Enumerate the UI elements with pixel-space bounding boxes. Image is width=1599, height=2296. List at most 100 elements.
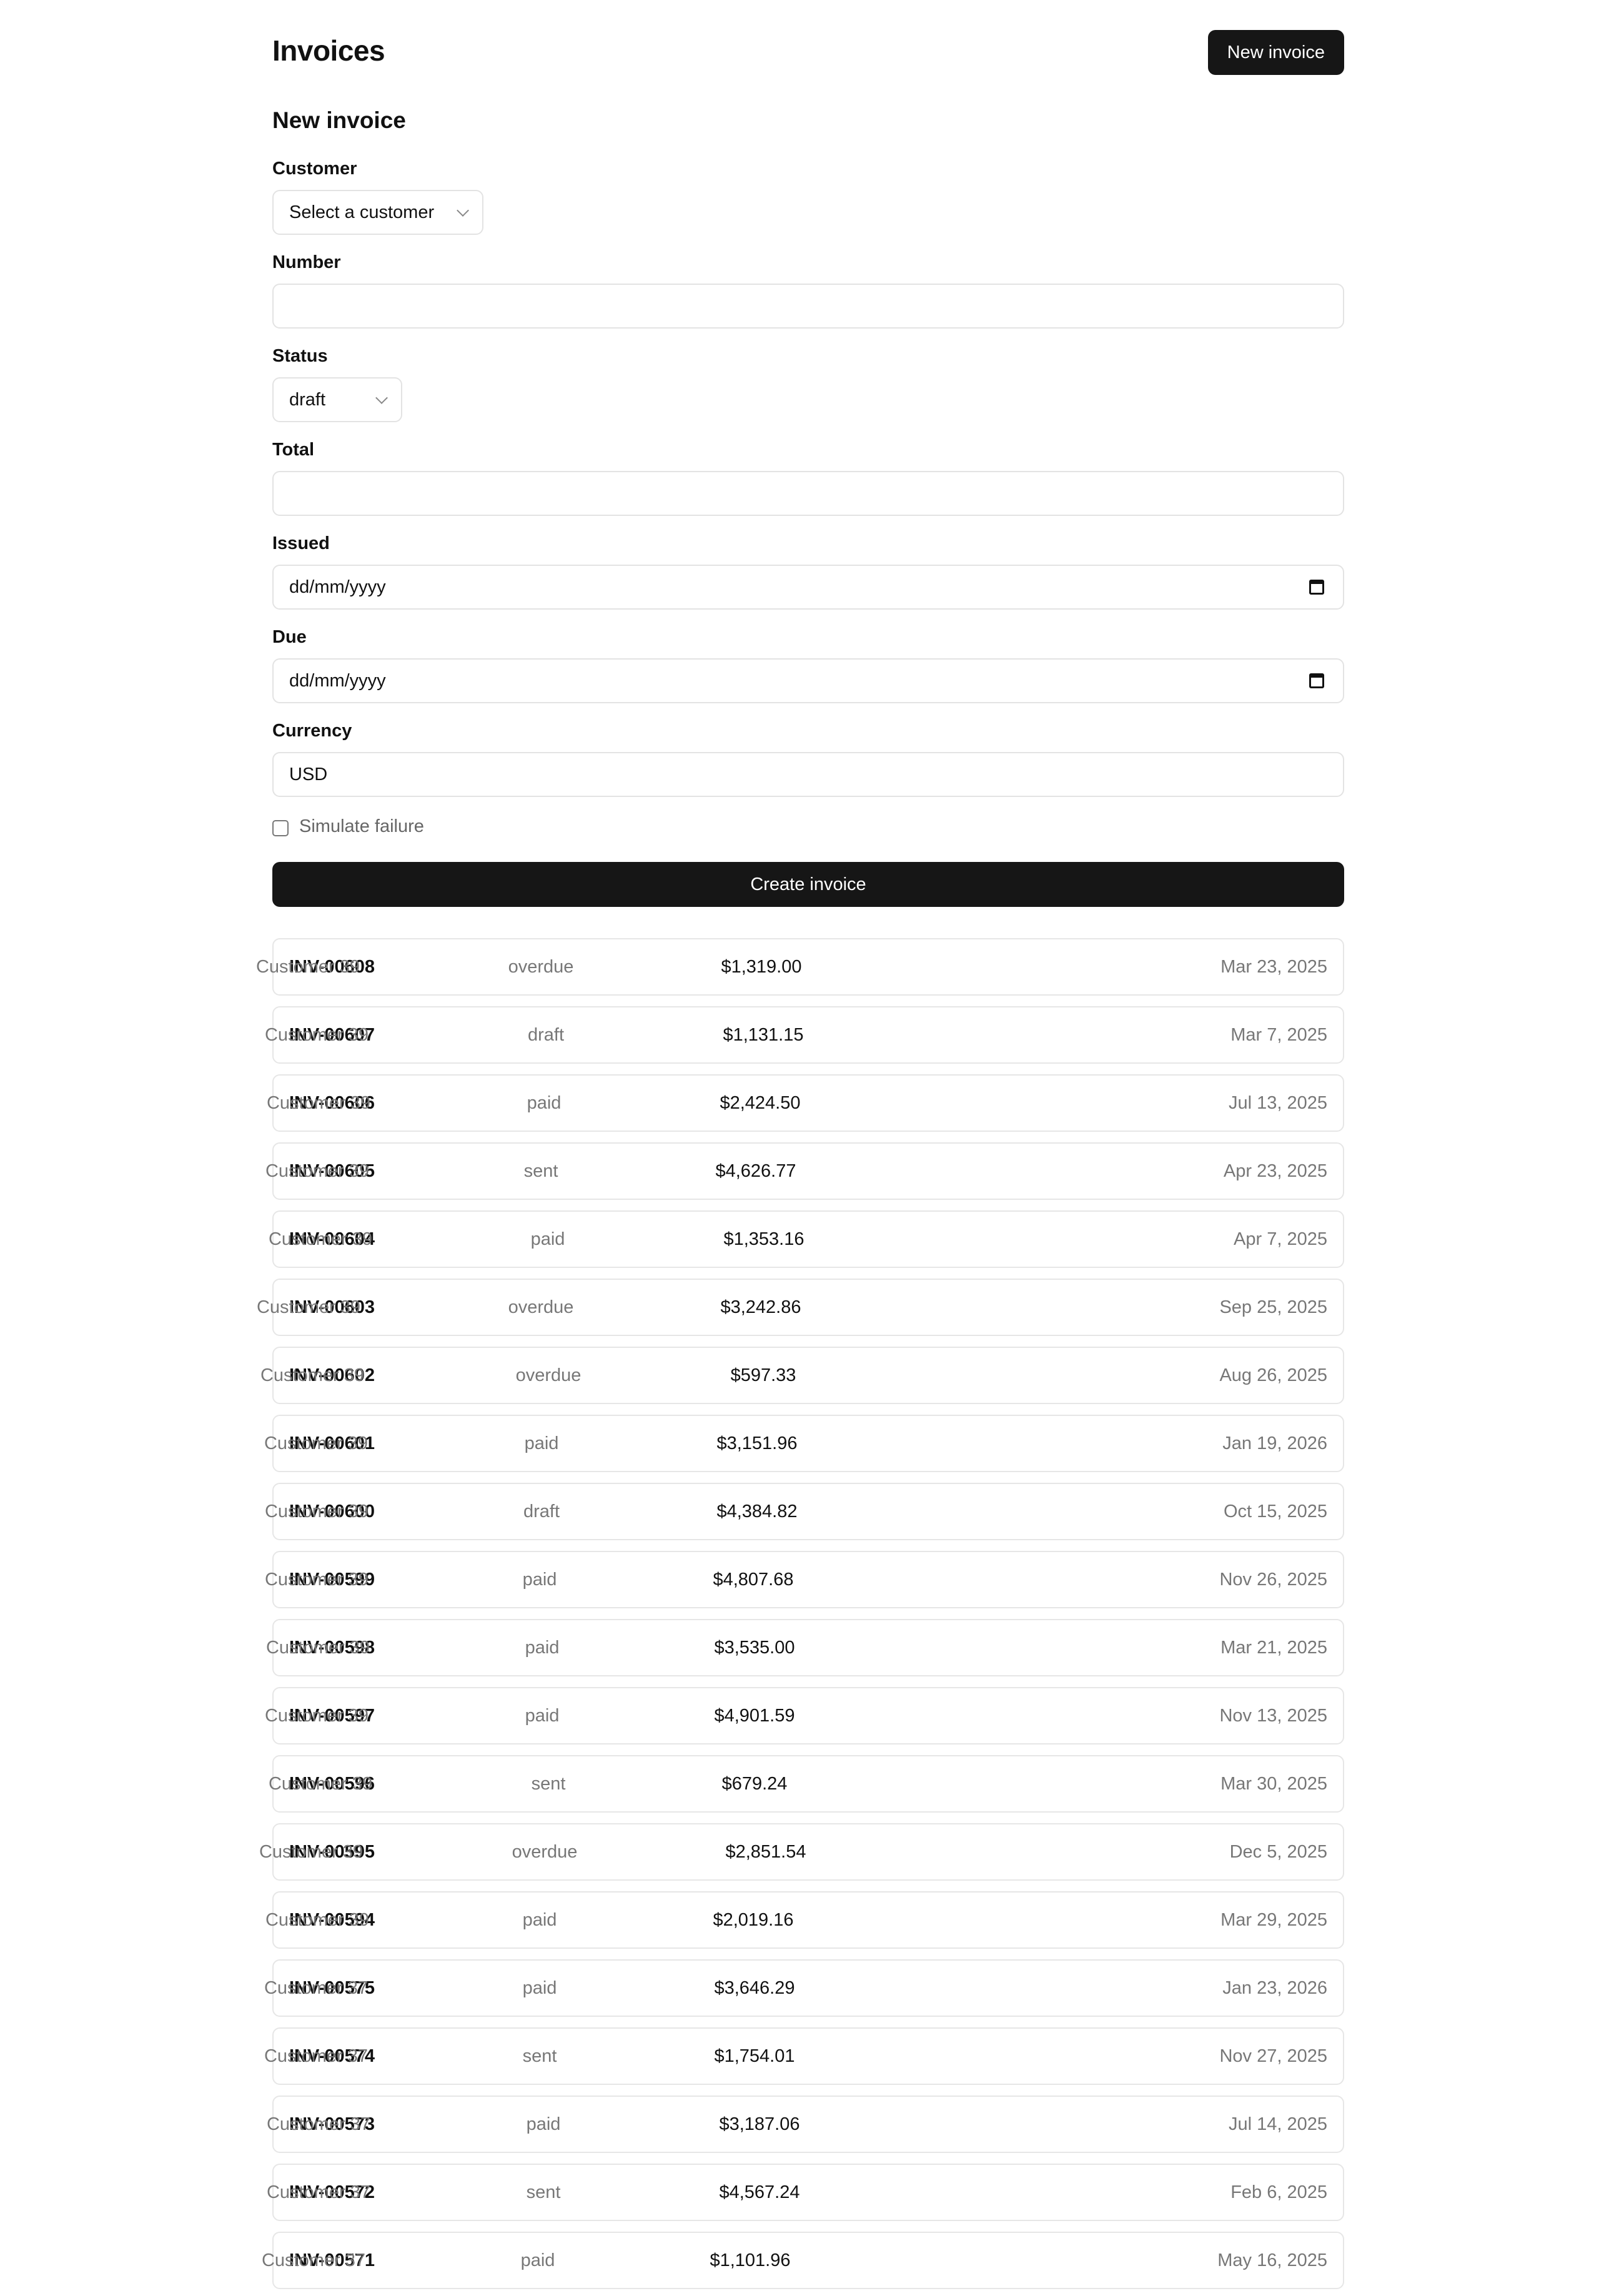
new-invoice-button[interactable]: New invoice bbox=[1207, 30, 1344, 75]
invoice-date: Nov 27, 2025 bbox=[1219, 2046, 1327, 2066]
invoice-total: $3,187.06 bbox=[719, 2114, 800, 2134]
total-input[interactable] bbox=[272, 471, 1344, 516]
invoice-total: $3,535.00 bbox=[714, 1638, 795, 1658]
invoice-total: $597.33 bbox=[730, 1365, 796, 1385]
invoice-status: sent bbox=[523, 1161, 558, 1181]
invoice-date: Nov 13, 2025 bbox=[1219, 1706, 1327, 1726]
issued-date-value: dd/mm/yyyy bbox=[289, 577, 386, 597]
status-label: Status bbox=[272, 346, 328, 366]
currency-label: Currency bbox=[272, 721, 352, 741]
invoice-status: overdue bbox=[512, 1842, 578, 1862]
invoice-row[interactable]: INV-00574 Customer 37 sent $1,754.01 Nov 27,… bbox=[264, 2027, 1344, 2085]
invoice-row[interactable]: INV-00595 Customer 39 overdue $2,851.54 Dec … bbox=[259, 1823, 1344, 1881]
invoice-status: draft bbox=[527, 1025, 565, 1045]
invoice-row[interactable]: INV-00606 Customer 39 paid $2,424.50 Jul 13,… bbox=[267, 1074, 1344, 1132]
invoice-customer: Customer 39 bbox=[265, 1161, 369, 1181]
invoice-row[interactable]: INV-00603 Customer 39 overdue $3,242.86 Sep … bbox=[257, 1279, 1344, 1336]
invoice-date: Mar 21, 2025 bbox=[1220, 1638, 1327, 1658]
invoice-row[interactable]: INV-00594 Customer 39 paid $2,019.16 Mar 29,… bbox=[265, 1891, 1344, 1949]
invoice-customer: Customer 39 bbox=[265, 1638, 370, 1658]
calendar-icon[interactable] bbox=[1309, 673, 1324, 688]
invoice-customer: Customer 39 bbox=[268, 1229, 372, 1249]
create-invoice-button[interactable]: Create invoice bbox=[272, 862, 1344, 907]
due-label: Due bbox=[272, 627, 307, 647]
invoice-row[interactable]: INV-00608 Customer 39 overdue $1,319.00 Mar … bbox=[256, 938, 1344, 996]
calendar-icon[interactable] bbox=[1309, 580, 1324, 595]
invoice-total: $3,151.96 bbox=[716, 1433, 798, 1453]
invoice-customer: Customer 39 bbox=[260, 1365, 364, 1385]
status-select-value: draft bbox=[289, 390, 326, 410]
invoice-date: Sep 25, 2025 bbox=[1219, 1297, 1327, 1317]
customer-select[interactable]: Select a customer bbox=[272, 190, 483, 235]
invoice-row[interactable]: INV-00605 Customer 39 sent $4,626.77 Apr 23,… bbox=[265, 1142, 1344, 1200]
invoice-row[interactable]: INV-00575 Customer 37 paid $3,646.29 Jan 23,… bbox=[264, 1959, 1344, 2017]
invoice-date: Mar 7, 2025 bbox=[1230, 1025, 1327, 1045]
invoice-customer: Customer 39 bbox=[264, 1502, 369, 1522]
invoice-status: paid bbox=[522, 1910, 557, 1930]
status-select[interactable]: draft bbox=[272, 377, 402, 422]
invoice-row[interactable]: INV-00600 Customer 39 draft $4,384.82 Oct 15… bbox=[265, 1483, 1344, 1540]
invoice-date: Feb 6, 2025 bbox=[1230, 2182, 1327, 2202]
invoice-customer: Customer 39 bbox=[264, 1025, 369, 1045]
invoice-customer: Customer 39 bbox=[264, 1433, 368, 1453]
invoice-row[interactable]: INV-00599 Customer 39 paid $4,807.68 Nov 26,… bbox=[265, 1551, 1344, 1608]
invoice-total: $4,807.68 bbox=[713, 1570, 794, 1590]
invoice-customer: Customer 37 bbox=[266, 2182, 370, 2202]
invoice-customer: Customer 37 bbox=[261, 2250, 365, 2270]
invoice-customer: Customer 39 bbox=[268, 1774, 372, 1794]
invoice-row[interactable]: INV-00598 Customer 39 paid $3,535.00 Mar 21,… bbox=[266, 1619, 1344, 1676]
invoice-status: paid bbox=[524, 1433, 559, 1453]
invoice-total: $4,901.59 bbox=[714, 1706, 795, 1726]
invoice-status: paid bbox=[522, 1978, 557, 1998]
invoice-customer: Customer 39 bbox=[255, 957, 360, 977]
invoice-status: paid bbox=[526, 2114, 561, 2134]
invoice-date: Nov 26, 2025 bbox=[1219, 1570, 1327, 1590]
invoice-customer: Customer 39 bbox=[264, 1706, 369, 1726]
invoice-status: sent bbox=[531, 1774, 566, 1794]
invoice-total: $1,754.01 bbox=[714, 2046, 795, 2066]
invoice-row[interactable]: INV-00573 Customer 37 paid $3,187.06 Jul 14,… bbox=[267, 2096, 1344, 2153]
invoice-total: $2,019.16 bbox=[713, 1910, 794, 1930]
invoice-row[interactable]: INV-00596 Customer 39 sent $679.24 Mar 30, 2… bbox=[269, 1755, 1344, 1813]
invoice-date: Jul 13, 2025 bbox=[1228, 1093, 1327, 1113]
invoice-total: $679.24 bbox=[721, 1774, 788, 1794]
invoice-customer: Customer 39 bbox=[256, 1297, 360, 1317]
invoice-customer: Customer 37 bbox=[264, 1978, 368, 1998]
simulate-failure-checkbox[interactable] bbox=[272, 820, 289, 836]
number-input[interactable] bbox=[272, 284, 1344, 329]
invoice-row[interactable]: INV-00607 Customer 39 draft $1,131.15 Mar 7,… bbox=[265, 1006, 1344, 1064]
page-header: Invoices New invoice bbox=[272, 30, 1344, 75]
invoice-status: sent bbox=[522, 2046, 557, 2066]
invoice-row[interactable]: INV-00604 Customer 39 paid $1,353.16 Apr 7, … bbox=[269, 1210, 1344, 1268]
invoice-row[interactable]: INV-00571 Customer 37 paid $1,101.96 May 16,… bbox=[262, 2232, 1344, 2289]
issued-date-input[interactable]: dd/mm/yyyy bbox=[272, 565, 1344, 610]
invoice-status: overdue bbox=[515, 1365, 582, 1385]
invoice-total: $4,384.82 bbox=[716, 1502, 798, 1522]
invoice-row[interactable]: INV-00572 Customer 37 sent $4,567.24 Feb 6, … bbox=[267, 2164, 1344, 2221]
invoice-row[interactable]: INV-00601 Customer 39 paid $3,151.96 Jan 19,… bbox=[264, 1415, 1344, 1472]
invoice-customer: Customer 37 bbox=[266, 2114, 370, 2134]
issued-label: Issued bbox=[272, 533, 330, 553]
invoice-row[interactable]: INV-00602 Customer 39 overdue $597.33 Aug 26… bbox=[260, 1347, 1344, 1404]
invoice-total: $4,626.77 bbox=[715, 1161, 796, 1181]
simulate-failure-label: Simulate failure bbox=[299, 816, 424, 836]
invoice-status: paid bbox=[525, 1638, 560, 1658]
chevron-down-icon bbox=[457, 204, 469, 217]
invoice-status: paid bbox=[520, 2250, 555, 2270]
total-label: Total bbox=[272, 440, 315, 460]
invoice-row[interactable]: INV-00597 Customer 39 paid $4,901.59 Nov 13,… bbox=[265, 1687, 1344, 1744]
invoice-status: overdue bbox=[508, 1297, 574, 1317]
invoice-total: $1,101.96 bbox=[710, 2250, 791, 2270]
invoice-date: Jan 23, 2026 bbox=[1222, 1978, 1327, 1998]
invoice-status: sent bbox=[526, 2182, 561, 2202]
currency-input[interactable]: USD bbox=[272, 752, 1344, 797]
invoice-total: $3,242.86 bbox=[720, 1297, 801, 1317]
invoice-total: $3,646.29 bbox=[714, 1978, 795, 1998]
invoice-total: $4,567.24 bbox=[719, 2182, 800, 2202]
due-date-input[interactable]: dd/mm/yyyy bbox=[272, 658, 1344, 703]
invoice-date: Jan 19, 2026 bbox=[1222, 1433, 1327, 1453]
invoice-total: $2,851.54 bbox=[725, 1842, 806, 1862]
invoice-status: paid bbox=[522, 1570, 557, 1590]
page-title: Invoices bbox=[272, 34, 385, 67]
invoice-date: May 16, 2025 bbox=[1217, 2250, 1327, 2270]
